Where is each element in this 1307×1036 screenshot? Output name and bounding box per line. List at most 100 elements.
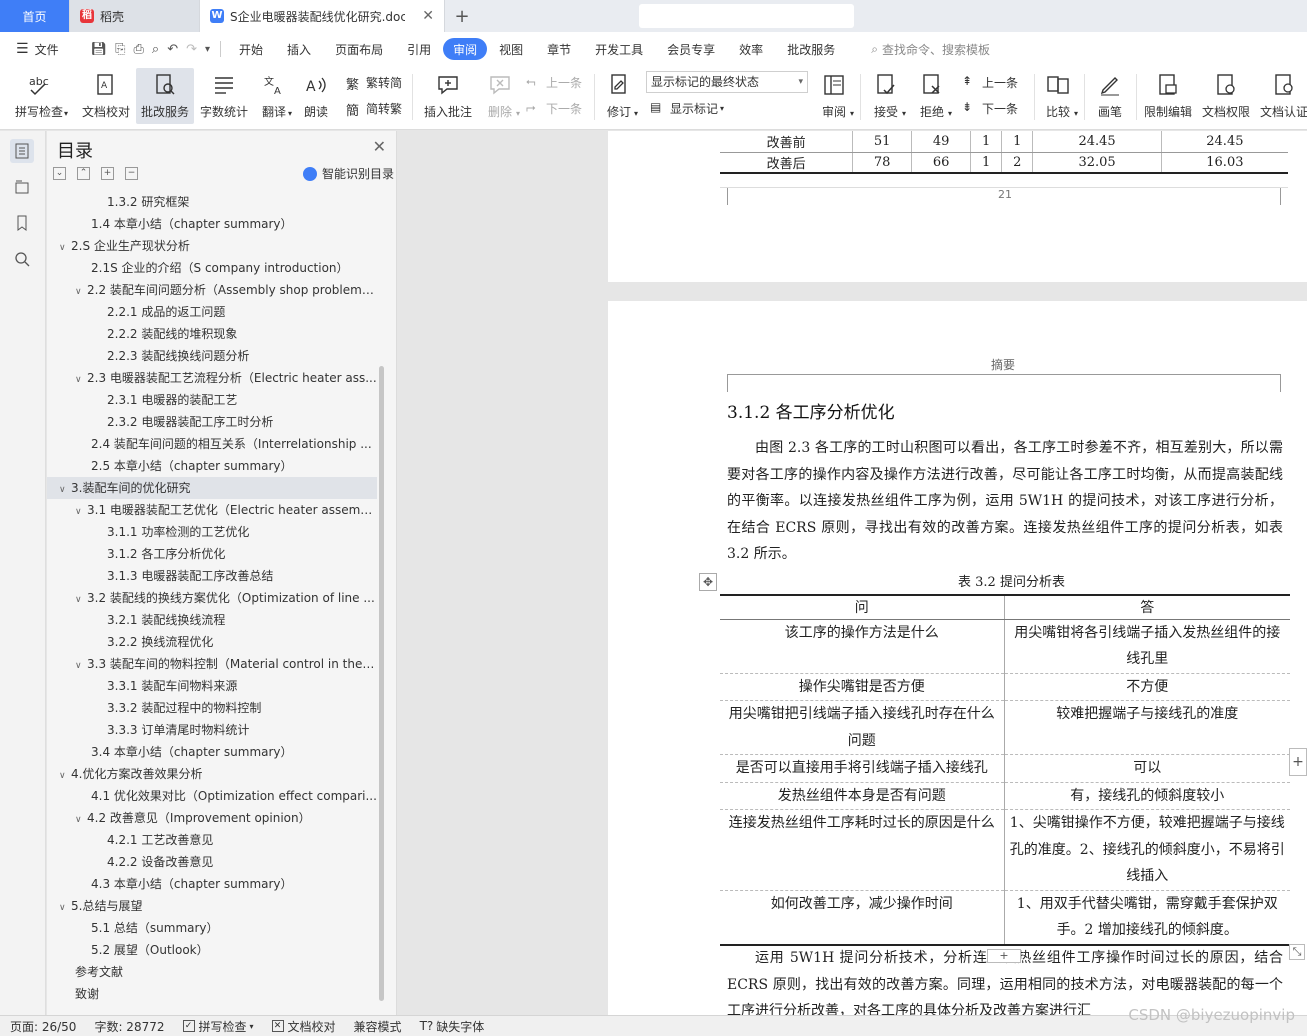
- menu-item[interactable]: 引用: [395, 38, 443, 60]
- expand-all-icon[interactable]: ⌃: [77, 167, 90, 180]
- toc-item[interactable]: ∨ 2.2 装配车间问题分析（Assembly shop problem ...: [47, 279, 377, 301]
- toc-item[interactable]: 3.3.1 装配车间物料来源: [47, 675, 377, 697]
- question-cell[interactable]: 用尖嘴钳把引线端子插入接线孔时存在什么问题: [720, 700, 1005, 755]
- spell-check-button[interactable]: abc 拼写检查 ▾: [8, 68, 70, 124]
- missing-font[interactable]: T? 缺失字体: [420, 1018, 485, 1035]
- toc-item[interactable]: 1.3.2 研究框架: [47, 191, 377, 213]
- toc-item[interactable]: 3.1.3 电暖器装配工序改善总结: [47, 565, 377, 587]
- prev-change-button[interactable]: ⇞ 上一条: [962, 72, 1018, 92]
- expand-arrow-icon[interactable]: ∨: [75, 369, 87, 389]
- toc-item[interactable]: 2.3.1 电暖器的装配工艺: [47, 389, 377, 411]
- expand-arrow-icon[interactable]: ∨: [75, 501, 87, 521]
- menu-item[interactable]: 章节: [535, 38, 583, 60]
- toc-item[interactable]: 3.1.1 功率检测的工艺优化: [47, 521, 377, 543]
- doc-permission-button[interactable]: 文档权限: [1198, 68, 1254, 124]
- toc-item[interactable]: ∨ 3.2 装配线的换线方案优化（Optimization of line ...: [47, 587, 377, 609]
- close-tab-icon[interactable]: ✕: [422, 8, 434, 24]
- toc-item[interactable]: 2.1S 企业的介绍（S company introduction）: [47, 257, 377, 279]
- pen-button[interactable]: 画笔: [1090, 68, 1130, 124]
- proofread-button[interactable]: A 文档校对: [78, 68, 134, 124]
- toc-item[interactable]: 2.5 本章小结（chapter summary）: [47, 455, 377, 477]
- expand-arrow-icon[interactable]: ∨: [75, 809, 87, 829]
- command-search[interactable]: ⌕ 查找命令、搜索模板: [859, 38, 1002, 60]
- toc-item[interactable]: 3.2.2 换线流程优化: [47, 631, 377, 653]
- print-icon[interactable]: ⎙: [130, 42, 148, 57]
- menu-item[interactable]: 开始: [227, 38, 275, 60]
- answer-cell[interactable]: 较难把握端子与接线孔的准度: [1004, 700, 1290, 755]
- toc-item[interactable]: ∨ 3.1 电暖器装配工艺优化（Electric heater assemb...: [47, 499, 377, 521]
- compare-button[interactable]: 比较 ▾: [1038, 68, 1078, 124]
- review-pane-button[interactable]: 审阅 ▾: [814, 68, 854, 124]
- menu-item[interactable]: 效率: [727, 38, 775, 60]
- table-cell[interactable]: 24.45: [1032, 131, 1162, 153]
- toc-item[interactable]: ∨ 5.总结与展望: [47, 895, 377, 917]
- table-cell[interactable]: 78: [852, 152, 912, 174]
- word-count[interactable]: 字数: 28772: [94, 1018, 164, 1035]
- resize-table-icon[interactable]: ⤡: [1289, 944, 1305, 960]
- toc-item[interactable]: ∨ 4.优化方案改善效果分析: [47, 763, 377, 785]
- table-cell[interactable]: 改善后: [720, 152, 853, 174]
- toc-item[interactable]: ∨ 3.3 装配车间的物料控制（Material control in the .…: [47, 653, 377, 675]
- export-icon[interactable]: ⎘: [111, 42, 129, 57]
- table-cell[interactable]: 1: [1001, 131, 1033, 153]
- table-cell[interactable]: 2: [1001, 152, 1033, 174]
- toc-scrollbar[interactable]: [379, 366, 384, 1001]
- toc-item[interactable]: 致谢: [47, 983, 377, 1005]
- simp-to-trad-button[interactable]: 簡 简转繁: [346, 98, 402, 120]
- prev-comment-button[interactable]: ⮢ 上一条: [526, 72, 582, 92]
- table-cell[interactable]: 24.45: [1160, 131, 1288, 153]
- table-move-handle-icon[interactable]: ✥: [699, 573, 717, 591]
- toc-item[interactable]: 4.2.2 设备改善意见: [47, 851, 377, 873]
- restrict-edit-button[interactable]: 限制编辑: [1140, 68, 1196, 124]
- add-column-icon[interactable]: +: [1289, 748, 1307, 776]
- expand-arrow-icon[interactable]: ∨: [75, 655, 87, 675]
- expand-arrow-icon[interactable]: ∨: [59, 479, 71, 499]
- question-cell[interactable]: 如何改善工序，减少操作时间: [720, 890, 1005, 946]
- toc-item[interactable]: ∨ 3.装配车间的优化研究: [47, 477, 377, 499]
- toc-item[interactable]: 1.4 本章小结（chapter summary）: [47, 213, 377, 235]
- toc-item[interactable]: 4.2.1 工艺改善意见: [47, 829, 377, 851]
- table-cell[interactable]: 16.03: [1160, 152, 1288, 174]
- show-markup-button[interactable]: ▤ 显示标记 ▾: [650, 98, 724, 118]
- read-aloud-button[interactable]: A 朗读: [298, 68, 334, 124]
- tab-document[interactable]: W S企业电暖器装配线优化研究.doc ✕: [200, 0, 445, 32]
- toc-item[interactable]: 2.2.2 装配线的堆积现象: [47, 323, 377, 345]
- toc-item[interactable]: 2.3.2 电暖器装配工序工时分析: [47, 411, 377, 433]
- menu-item[interactable]: 会员专享: [655, 38, 727, 60]
- answer-cell[interactable]: 用尖嘴钳将各引线端子插入发热丝组件的接线孔里: [1004, 619, 1290, 674]
- tab-home[interactable]: 首页: [0, 0, 70, 32]
- expand-arrow-icon[interactable]: ∨: [75, 589, 87, 609]
- next-comment-button[interactable]: ⮣ 下一条: [526, 98, 582, 118]
- redo-icon[interactable]: ↷: [182, 42, 201, 57]
- answer-cell[interactable]: 可以: [1004, 754, 1290, 783]
- question-cell[interactable]: 操作尖嘴钳是否方便: [720, 673, 1005, 701]
- trad-to-simp-button[interactable]: 繁 繁转简: [346, 72, 402, 94]
- spell-check-toggle[interactable]: ✓ 拼写检查 ▾: [182, 1018, 254, 1035]
- track-changes-button[interactable]: 修订 ▾: [600, 68, 638, 124]
- doc-certify-button[interactable]: 文档认证: [1256, 68, 1307, 124]
- toc-item[interactable]: 参考文献: [47, 961, 377, 983]
- toc-item[interactable]: 3.1.2 各工序分析优化: [47, 543, 377, 565]
- answer-cell[interactable]: 1、用双手代替尖嘴钳，需穿戴手套保护双手。2 增加接线孔的倾斜度。: [1004, 890, 1290, 946]
- question-cell[interactable]: 是否可以直接用手将引线端子插入接线孔: [720, 754, 1005, 783]
- toc-item[interactable]: 4.1 优化效果对比（Optimization effect compari..…: [47, 785, 377, 807]
- correction-service-button[interactable]: 批改服务: [136, 68, 194, 124]
- menu-item[interactable]: 页面布局: [323, 38, 395, 60]
- delete-comment-button[interactable]: 删除 ▾: [480, 68, 520, 124]
- proofread-status[interactable]: ✕ 文档校对: [271, 1018, 336, 1035]
- add-heading-icon[interactable]: +: [101, 167, 114, 180]
- expand-arrow-icon[interactable]: ∨: [59, 765, 71, 785]
- menu-item[interactable]: 开发工具: [583, 38, 655, 60]
- toc-item[interactable]: 3.2.1 装配线换线流程: [47, 609, 377, 631]
- new-tab-button[interactable]: +: [445, 0, 479, 32]
- next-change-button[interactable]: ⇟ 下一条: [962, 98, 1018, 118]
- translate-button[interactable]: 文A 翻译 ▾: [256, 68, 292, 124]
- close-icon[interactable]: ✕: [373, 137, 386, 156]
- menu-file[interactable]: ☰ 文件: [14, 38, 71, 60]
- table-cell[interactable]: 32.05: [1032, 152, 1162, 174]
- word-count-button[interactable]: 字数统计: [198, 68, 250, 124]
- answer-cell[interactable]: 不方便: [1004, 673, 1290, 701]
- add-row-icon[interactable]: +: [987, 949, 1021, 963]
- outline-icon[interactable]: [10, 139, 34, 163]
- toc-item[interactable]: ∨ 2.3 电暖器装配工艺流程分析（Electric heater ass...: [47, 367, 377, 389]
